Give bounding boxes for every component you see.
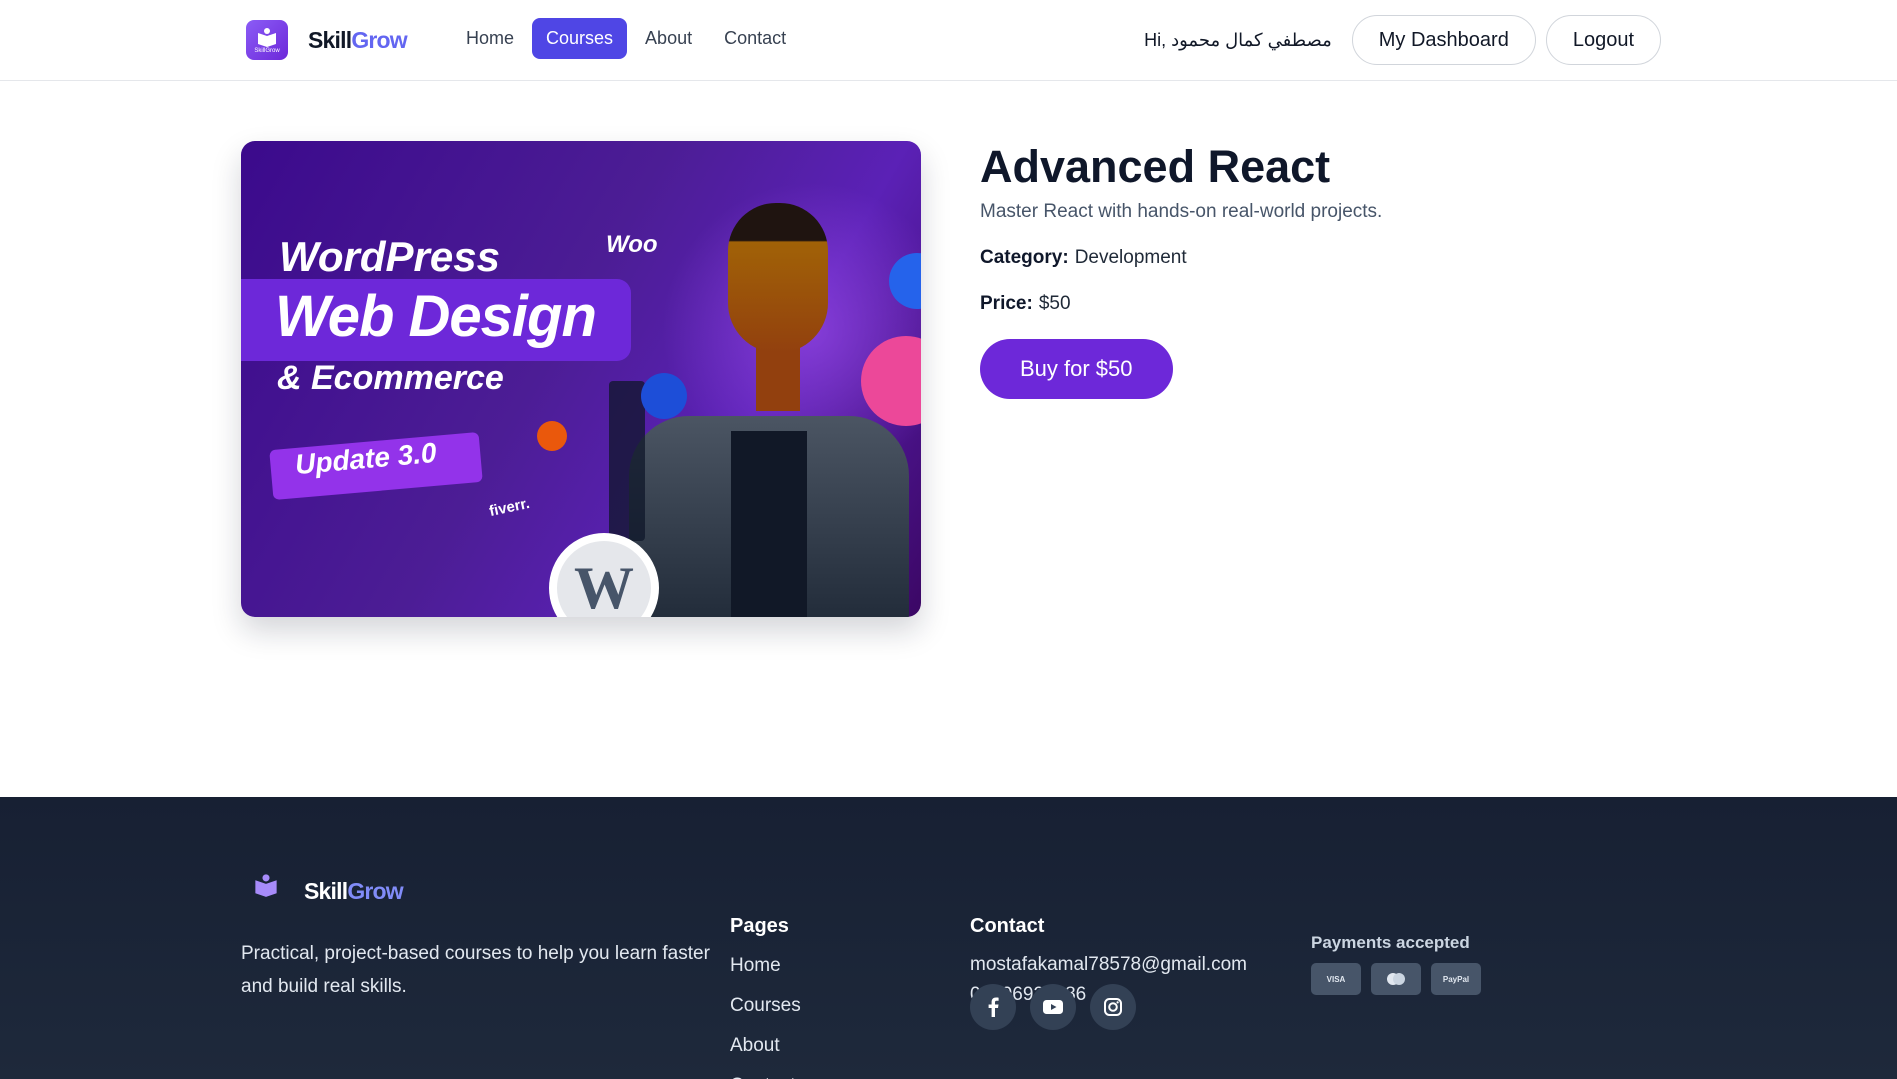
youtube-icon[interactable] (1030, 984, 1076, 1030)
footer-contact-title: Contact (970, 915, 1045, 937)
user-greeting: Hi, مصطفي كمال محمود (1144, 29, 1332, 50)
mastercard-icon (1371, 963, 1421, 995)
course-price: Price: $50 (980, 292, 1071, 314)
book-logo-icon: SkillGrow (246, 20, 288, 60)
thumbnail-line1: WordPress (279, 233, 500, 280)
payments-title: Payments accepted (1311, 933, 1470, 952)
badge-icon (537, 421, 567, 451)
footer-link-home[interactable]: Home (730, 946, 801, 986)
course-title: Advanced React (980, 141, 1331, 192)
logout-button[interactable]: Logout (1545, 15, 1661, 65)
nav-home-link[interactable]: Home (452, 18, 528, 59)
logo-badge-text: SkillGrow (254, 47, 280, 54)
site-footer: SkillGrow Practical, project-based cours… (0, 797, 1897, 1079)
buy-button[interactable]: Buy for $50 (980, 338, 1173, 399)
nav-about-link[interactable]: About (631, 18, 706, 59)
course-description: Master React with hands-on real-world pr… (980, 200, 1383, 222)
footer-link-courses[interactable]: Courses (730, 986, 801, 1026)
course-category: Category: Development (980, 246, 1187, 268)
social-links (970, 984, 1150, 1030)
facebook-icon[interactable] (970, 984, 1016, 1030)
brand-logo[interactable]: SkillGrow SkillGrow (246, 20, 408, 60)
course-details: Advanced React Master React with hands-o… (980, 141, 1680, 399)
badge-icon (641, 373, 687, 419)
payments-accepted: Payments accepted VISA PayPal (1311, 933, 1491, 995)
footer-link-about[interactable]: About (730, 1026, 801, 1066)
book-logo-icon (246, 873, 286, 909)
footer-brand-logo[interactable]: SkillGrow (246, 873, 404, 909)
dashboard-button[interactable]: My Dashboard (1351, 15, 1536, 65)
footer-link-contact[interactable]: Contact (730, 1066, 801, 1079)
course-thumbnail: Woo WordPress Web Design & Ecommerce Upd… (241, 141, 921, 617)
nav-contact-link[interactable]: Contact (710, 18, 800, 59)
instagram-icon[interactable] (1090, 984, 1136, 1030)
dashboard-panel-graphic (609, 381, 645, 541)
main-nav: Home Courses About Contact (452, 18, 804, 59)
nav-courses-link[interactable]: Courses (532, 18, 628, 59)
brand-name: SkillGrow (308, 26, 408, 53)
footer-tagline: Practical, project-based courses to help… (241, 943, 710, 997)
woo-logo-text: Woo (606, 231, 658, 258)
paypal-icon: PayPal (1431, 963, 1481, 995)
footer-pages-title: Pages (730, 915, 789, 937)
fiverr-logo-text: fiverr. (487, 494, 532, 521)
user-area: Hi, مصطفي كمال محمود My Dashboard Logout (1144, 15, 1661, 65)
visa-icon: VISA (1311, 963, 1361, 995)
contact-email[interactable]: mostafakamal78578@gmail.com (970, 950, 1247, 980)
footer-brand-name: SkillGrow (304, 877, 404, 904)
footer-pages: Pages Home Courses About Contact (730, 915, 801, 1079)
thumbnail-line2: Web Design (275, 284, 597, 349)
thumbnail-line3: & Ecommerce (277, 359, 504, 397)
top-navbar: SkillGrow SkillGrow Home Courses About C… (0, 0, 1897, 81)
